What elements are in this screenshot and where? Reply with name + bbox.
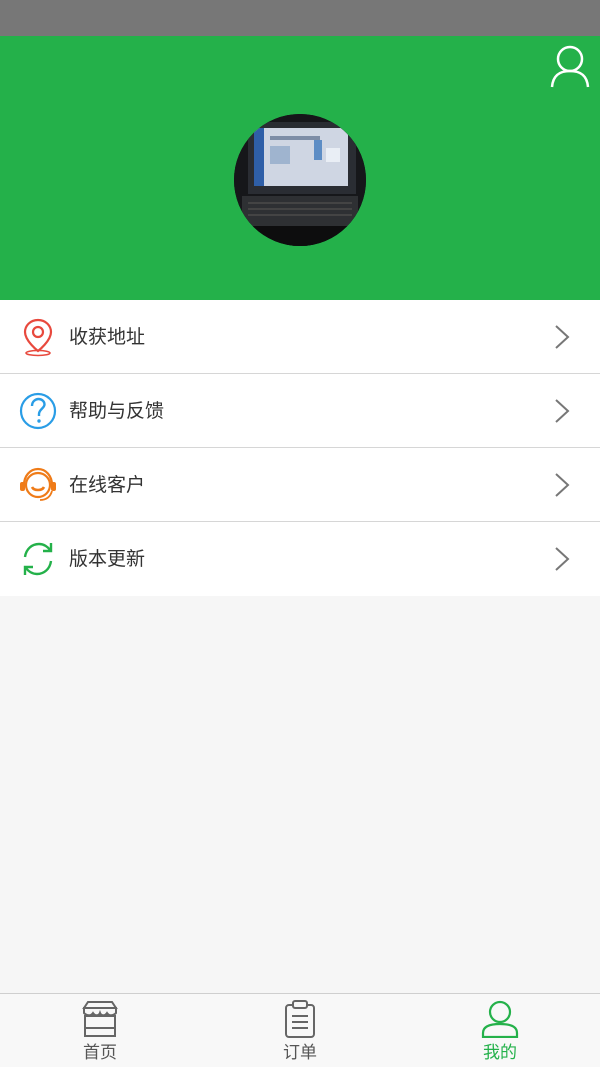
tab-orders[interactable]: 订单 (200, 994, 400, 1067)
avatar[interactable] (234, 114, 366, 246)
question-circle-icon (19, 392, 57, 430)
profile-header (0, 36, 600, 300)
chevron-right-icon (555, 325, 570, 349)
tab-home[interactable]: 首页 (0, 994, 200, 1067)
headset-icon (20, 467, 56, 501)
laptop-photo (234, 114, 366, 246)
menu-label: 帮助与反馈 (69, 400, 165, 422)
user-icon (481, 1000, 519, 1038)
chevron-right-icon (555, 547, 570, 571)
menu-label: 在线客户 (69, 474, 146, 496)
chevron-right-icon (555, 399, 570, 423)
status-bar (0, 0, 600, 36)
location-pin-icon (23, 318, 53, 357)
menu-item-help[interactable]: 帮助与反馈 (0, 374, 600, 448)
menu-item-address[interactable]: 收获地址 (0, 300, 600, 374)
clipboard-icon (285, 1000, 315, 1038)
chevron-right-icon (555, 473, 570, 497)
refresh-icon (23, 542, 53, 576)
tab-label: 我的 (483, 1043, 517, 1063)
tab-mine[interactable]: 我的 (400, 994, 600, 1067)
menu-item-online-service[interactable]: 在线客户 (0, 448, 600, 522)
tab-label: 首页 (83, 1043, 117, 1063)
profile-button[interactable] (550, 44, 590, 88)
menu-label: 收获地址 (69, 326, 146, 348)
store-icon (82, 1001, 118, 1037)
menu-label: 版本更新 (69, 548, 146, 570)
user-outline-icon (550, 45, 590, 88)
menu-item-version-update[interactable]: 版本更新 (0, 522, 600, 596)
tab-label: 订单 (283, 1043, 317, 1063)
settings-menu: 收获地址 帮助与反馈 在线客户 版本更新 (0, 300, 600, 596)
bottom-tab-bar: 首页 订单 我的 (0, 993, 600, 1067)
